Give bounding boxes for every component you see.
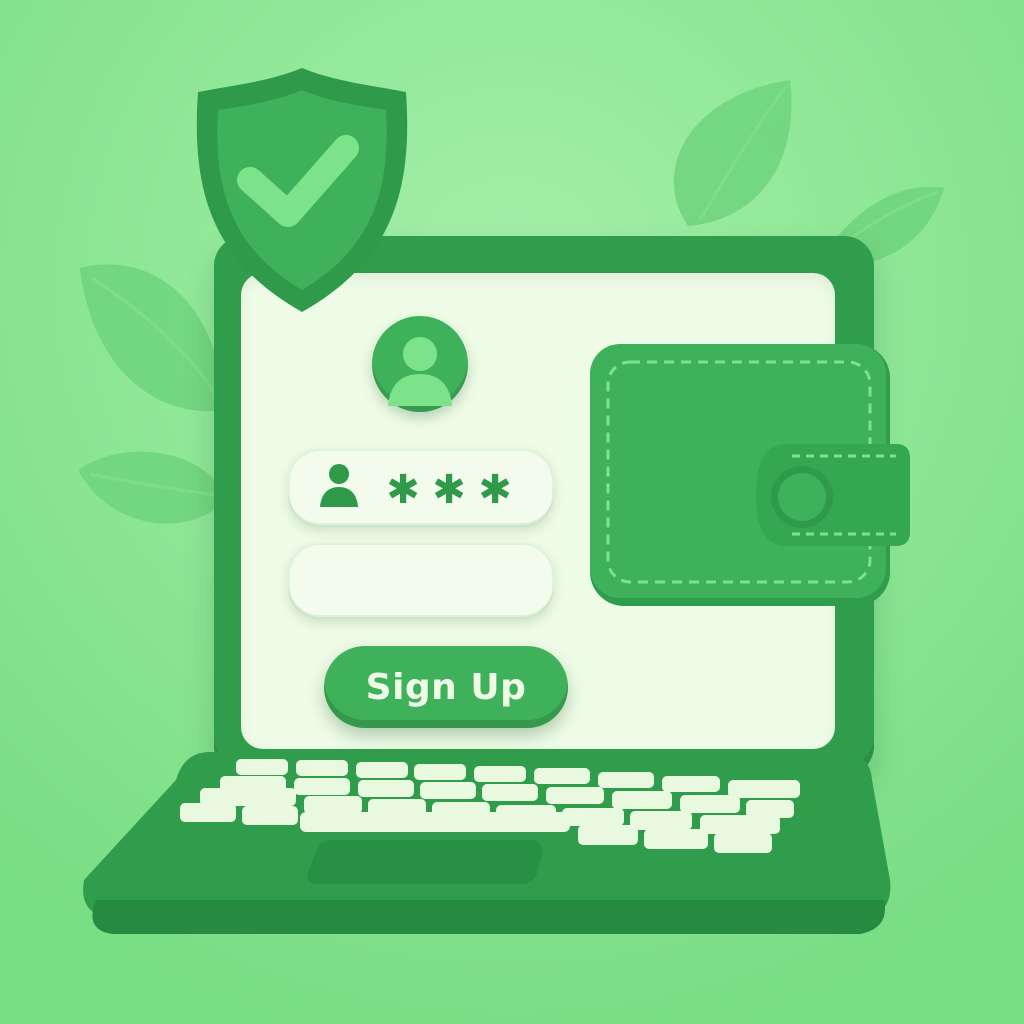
wallet-icon <box>590 344 910 606</box>
illustration-scene: ✱ ✱ ✱ Sign Up <box>0 0 1024 1024</box>
trackpad[interactable] <box>307 840 543 884</box>
shield-check-icon <box>196 68 408 312</box>
